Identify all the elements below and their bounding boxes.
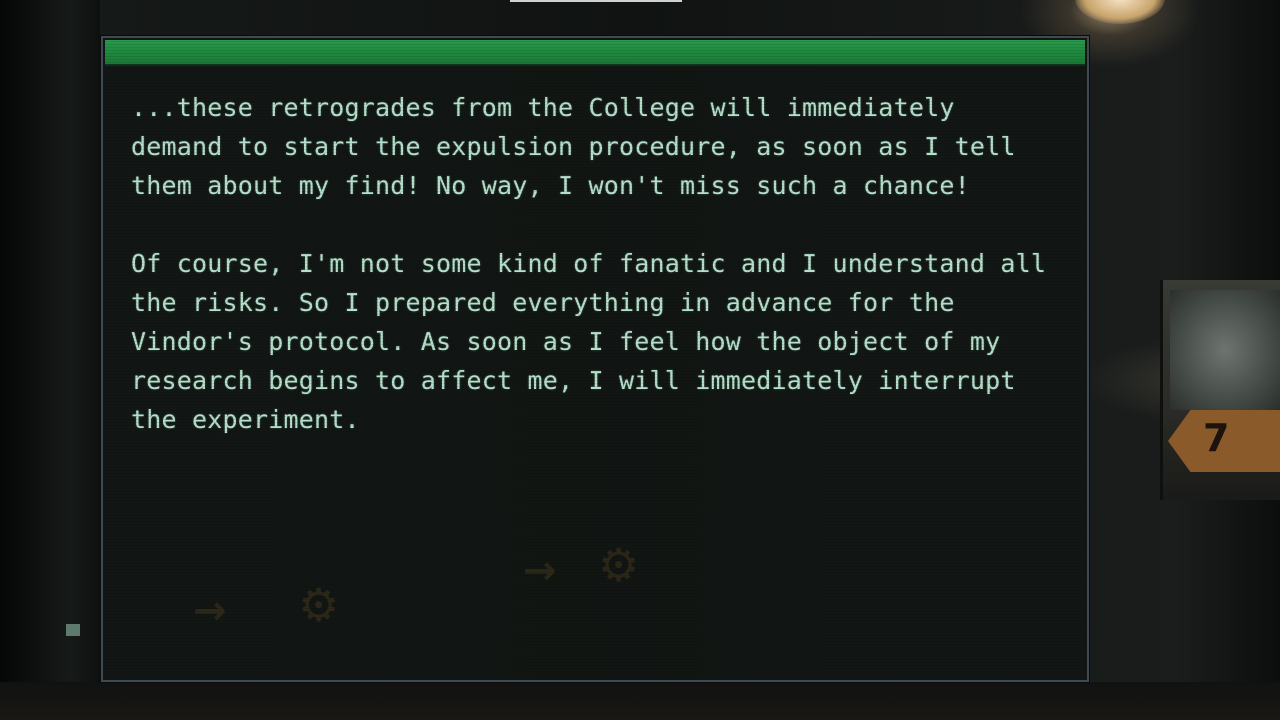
note-paragraph: ...these retrogrades from the College wi… xyxy=(131,93,1016,200)
note-dialog-panel: → ⚙ → ⚙ ...these retrogrades from the Co… xyxy=(101,36,1089,682)
background-top-bar xyxy=(510,0,682,2)
dialog-header-bar xyxy=(105,40,1085,66)
background-wall-left xyxy=(0,0,100,720)
ghost-arrow-icon: → xyxy=(523,548,557,594)
background-terminal-screen xyxy=(1170,290,1280,410)
ghost-arrow-icon: → xyxy=(193,588,227,634)
background-ceiling-lamp xyxy=(1075,0,1165,24)
game-scene: 7 → ⚙ → ⚙ ...these retrogrades from the … xyxy=(0,0,1280,720)
background-floor xyxy=(0,682,1280,720)
note-paragraph: Of course, I'm not some kind of fanatic … xyxy=(131,249,1047,434)
ghost-gear-icon: ⚙ xyxy=(598,538,640,592)
ghost-gear-icon: ⚙ xyxy=(298,578,340,632)
background-indicator-light xyxy=(66,624,80,636)
note-text-body: ...these retrogrades from the College wi… xyxy=(131,88,1061,478)
background-door-sign-number: 7 xyxy=(1203,416,1230,460)
